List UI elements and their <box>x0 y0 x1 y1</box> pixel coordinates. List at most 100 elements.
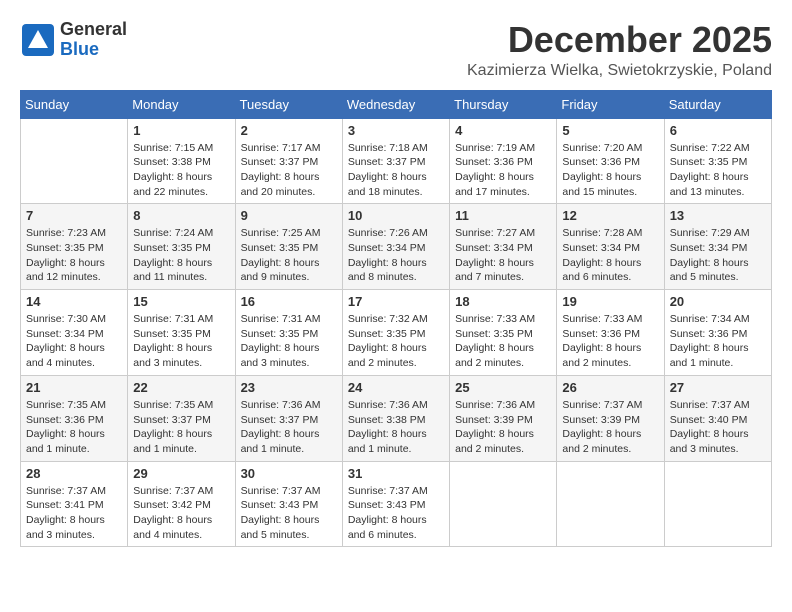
logo-icon <box>20 22 56 58</box>
header: General Blue December 2025 Kazimierza Wi… <box>20 20 772 80</box>
weekday-header: Monday <box>128 90 235 118</box>
calendar-cell: 22Sunrise: 7:35 AMSunset: 3:37 PMDayligh… <box>128 375 235 461</box>
calendar-cell: 19Sunrise: 7:33 AMSunset: 3:36 PMDayligh… <box>557 290 664 376</box>
calendar-week-row: 21 Sunrise: 7:35 AMSunset: 3:36 PMDayligh… <box>21 375 772 461</box>
calendar-cell: 28Sunrise: 7:37 AMSunset: 3:41 PMDayligh… <box>21 461 128 547</box>
day-number: 21 <box>26 380 122 395</box>
logo-blue: Blue <box>60 40 127 60</box>
calendar-cell: 6Sunrise: 7:22 AMSunset: 3:35 PMDaylight… <box>664 118 771 204</box>
day-number: 10 <box>348 208 444 223</box>
calendar-cell: 26Sunrise: 7:37 AMSunset: 3:39 PMDayligh… <box>557 375 664 461</box>
day-info: Sunrise: 7:36 AMSunset: 3:38 PMDaylight:… <box>348 398 444 457</box>
calendar-cell: 7Sunrise: 7:23 AMSunset: 3:35 PMDaylight… <box>21 204 128 290</box>
day-info: Sunrise: 7:15 AMSunset: 3:38 PMDaylight:… <box>133 141 229 200</box>
calendar-cell: 14 Sunrise: 7:30 AMSunset: 3:34 PMDayligh… <box>21 290 128 376</box>
day-info: Sunrise: 7:19 AMSunset: 3:36 PMDaylight:… <box>455 141 551 200</box>
weekday-header: Thursday <box>450 90 557 118</box>
day-number: 7 <box>26 208 122 223</box>
weekday-header: Friday <box>557 90 664 118</box>
day-info: Sunrise: 7:26 AMSunset: 3:34 PMDaylight:… <box>348 226 444 285</box>
calendar-cell: 17 Sunrise: 7:32 AMSunset: 3:35 PMDayligh… <box>342 290 449 376</box>
day-number: 12 <box>562 208 658 223</box>
calendar-cell: 31 Sunrise: 7:37 AMSunset: 3:43 PMDayligh… <box>342 461 449 547</box>
day-number: 19 <box>562 294 658 309</box>
calendar-cell: 15 Sunrise: 7:31 AMSunset: 3:35 PMDayligh… <box>128 290 235 376</box>
day-number: 5 <box>562 123 658 138</box>
calendar-cell: 10 Sunrise: 7:26 AMSunset: 3:34 PMDayligh… <box>342 204 449 290</box>
calendar: SundayMondayTuesdayWednesdayThursdayFrid… <box>20 90 772 548</box>
day-number: 15 <box>133 294 229 309</box>
day-info: Sunrise: 7:22 AMSunset: 3:35 PMDaylight:… <box>670 141 766 200</box>
calendar-cell <box>21 118 128 204</box>
calendar-cell: 27Sunrise: 7:37 AMSunset: 3:40 PMDayligh… <box>664 375 771 461</box>
day-info: Sunrise: 7:37 AMSunset: 3:43 PMDaylight:… <box>348 484 444 543</box>
calendar-cell: 9 Sunrise: 7:25 AMSunset: 3:35 PMDaylight… <box>235 204 342 290</box>
day-info: Sunrise: 7:25 AMSunset: 3:35 PMDaylight:… <box>241 226 337 285</box>
day-info: Sunrise: 7:33 AMSunset: 3:35 PMDaylight:… <box>455 312 551 371</box>
day-number: 11 <box>455 208 551 223</box>
calendar-cell <box>450 461 557 547</box>
calendar-cell: 20Sunrise: 7:34 AMSunset: 3:36 PMDayligh… <box>664 290 771 376</box>
calendar-cell: 24 Sunrise: 7:36 AMSunset: 3:38 PMDayligh… <box>342 375 449 461</box>
calendar-cell: 2 Sunrise: 7:17 AMSunset: 3:37 PMDaylight… <box>235 118 342 204</box>
calendar-cell: 5 Sunrise: 7:20 AMSunset: 3:36 PMDaylight… <box>557 118 664 204</box>
location-title: Kazimierza Wielka, Swietokrzyskie, Polan… <box>467 62 772 80</box>
day-info: Sunrise: 7:32 AMSunset: 3:35 PMDaylight:… <box>348 312 444 371</box>
day-number: 18 <box>455 294 551 309</box>
calendar-cell: 11 Sunrise: 7:27 AMSunset: 3:34 PMDayligh… <box>450 204 557 290</box>
calendar-cell <box>557 461 664 547</box>
day-info: Sunrise: 7:31 AMSunset: 3:35 PMDaylight:… <box>133 312 229 371</box>
calendar-cell <box>664 461 771 547</box>
day-number: 25 <box>455 380 551 395</box>
day-number: 24 <box>348 380 444 395</box>
day-number: 8 <box>133 208 229 223</box>
calendar-week-row: 1 Sunrise: 7:15 AMSunset: 3:38 PMDaylight… <box>21 118 772 204</box>
day-number: 14 <box>26 294 122 309</box>
month-title: December 2025 <box>467 20 772 60</box>
calendar-cell: 16Sunrise: 7:31 AMSunset: 3:35 PMDayligh… <box>235 290 342 376</box>
weekday-header: Wednesday <box>342 90 449 118</box>
day-number: 17 <box>348 294 444 309</box>
day-info: Sunrise: 7:29 AMSunset: 3:34 PMDaylight:… <box>670 226 766 285</box>
day-number: 22 <box>133 380 229 395</box>
day-number: 31 <box>348 466 444 481</box>
day-number: 3 <box>348 123 444 138</box>
day-info: Sunrise: 7:37 AMSunset: 3:42 PMDaylight:… <box>133 484 229 543</box>
day-number: 29 <box>133 466 229 481</box>
calendar-cell: 4 Sunrise: 7:19 AMSunset: 3:36 PMDaylight… <box>450 118 557 204</box>
day-info: Sunrise: 7:37 AMSunset: 3:39 PMDaylight:… <box>562 398 658 457</box>
calendar-cell: 23Sunrise: 7:36 AMSunset: 3:37 PMDayligh… <box>235 375 342 461</box>
day-info: Sunrise: 7:36 AMSunset: 3:37 PMDaylight:… <box>241 398 337 457</box>
day-number: 30 <box>241 466 337 481</box>
calendar-week-row: 28Sunrise: 7:37 AMSunset: 3:41 PMDayligh… <box>21 461 772 547</box>
calendar-week-row: 14 Sunrise: 7:30 AMSunset: 3:34 PMDayligh… <box>21 290 772 376</box>
calendar-cell: 12 Sunrise: 7:28 AMSunset: 3:34 PMDayligh… <box>557 204 664 290</box>
day-info: Sunrise: 7:37 AMSunset: 3:40 PMDaylight:… <box>670 398 766 457</box>
day-info: Sunrise: 7:27 AMSunset: 3:34 PMDaylight:… <box>455 226 551 285</box>
logo-general: General <box>60 20 127 40</box>
day-number: 1 <box>133 123 229 138</box>
day-info: Sunrise: 7:24 AMSunset: 3:35 PMDaylight:… <box>133 226 229 285</box>
day-info: Sunrise: 7:20 AMSunset: 3:36 PMDaylight:… <box>562 141 658 200</box>
day-number: 4 <box>455 123 551 138</box>
calendar-cell: 25 Sunrise: 7:36 AMSunset: 3:39 PMDayligh… <box>450 375 557 461</box>
day-number: 2 <box>241 123 337 138</box>
calendar-cell: 8 Sunrise: 7:24 AMSunset: 3:35 PMDaylight… <box>128 204 235 290</box>
logo: General Blue <box>20 20 127 60</box>
day-info: Sunrise: 7:18 AMSunset: 3:37 PMDaylight:… <box>348 141 444 200</box>
day-number: 9 <box>241 208 337 223</box>
day-number: 16 <box>241 294 337 309</box>
day-number: 13 <box>670 208 766 223</box>
day-info: Sunrise: 7:34 AMSunset: 3:36 PMDaylight:… <box>670 312 766 371</box>
weekday-header-row: SundayMondayTuesdayWednesdayThursdayFrid… <box>21 90 772 118</box>
day-info: Sunrise: 7:36 AMSunset: 3:39 PMDaylight:… <box>455 398 551 457</box>
calendar-cell: 30 Sunrise: 7:37 AMSunset: 3:43 PMDayligh… <box>235 461 342 547</box>
day-info: Sunrise: 7:28 AMSunset: 3:34 PMDaylight:… <box>562 226 658 285</box>
day-info: Sunrise: 7:37 AMSunset: 3:41 PMDaylight:… <box>26 484 122 543</box>
day-info: Sunrise: 7:17 AMSunset: 3:37 PMDaylight:… <box>241 141 337 200</box>
weekday-header: Saturday <box>664 90 771 118</box>
weekday-header: Tuesday <box>235 90 342 118</box>
day-info: Sunrise: 7:37 AMSunset: 3:43 PMDaylight:… <box>241 484 337 543</box>
day-info: Sunrise: 7:35 AMSunset: 3:36 PMDaylight:… <box>26 398 122 457</box>
day-info: Sunrise: 7:30 AMSunset: 3:34 PMDaylight:… <box>26 312 122 371</box>
